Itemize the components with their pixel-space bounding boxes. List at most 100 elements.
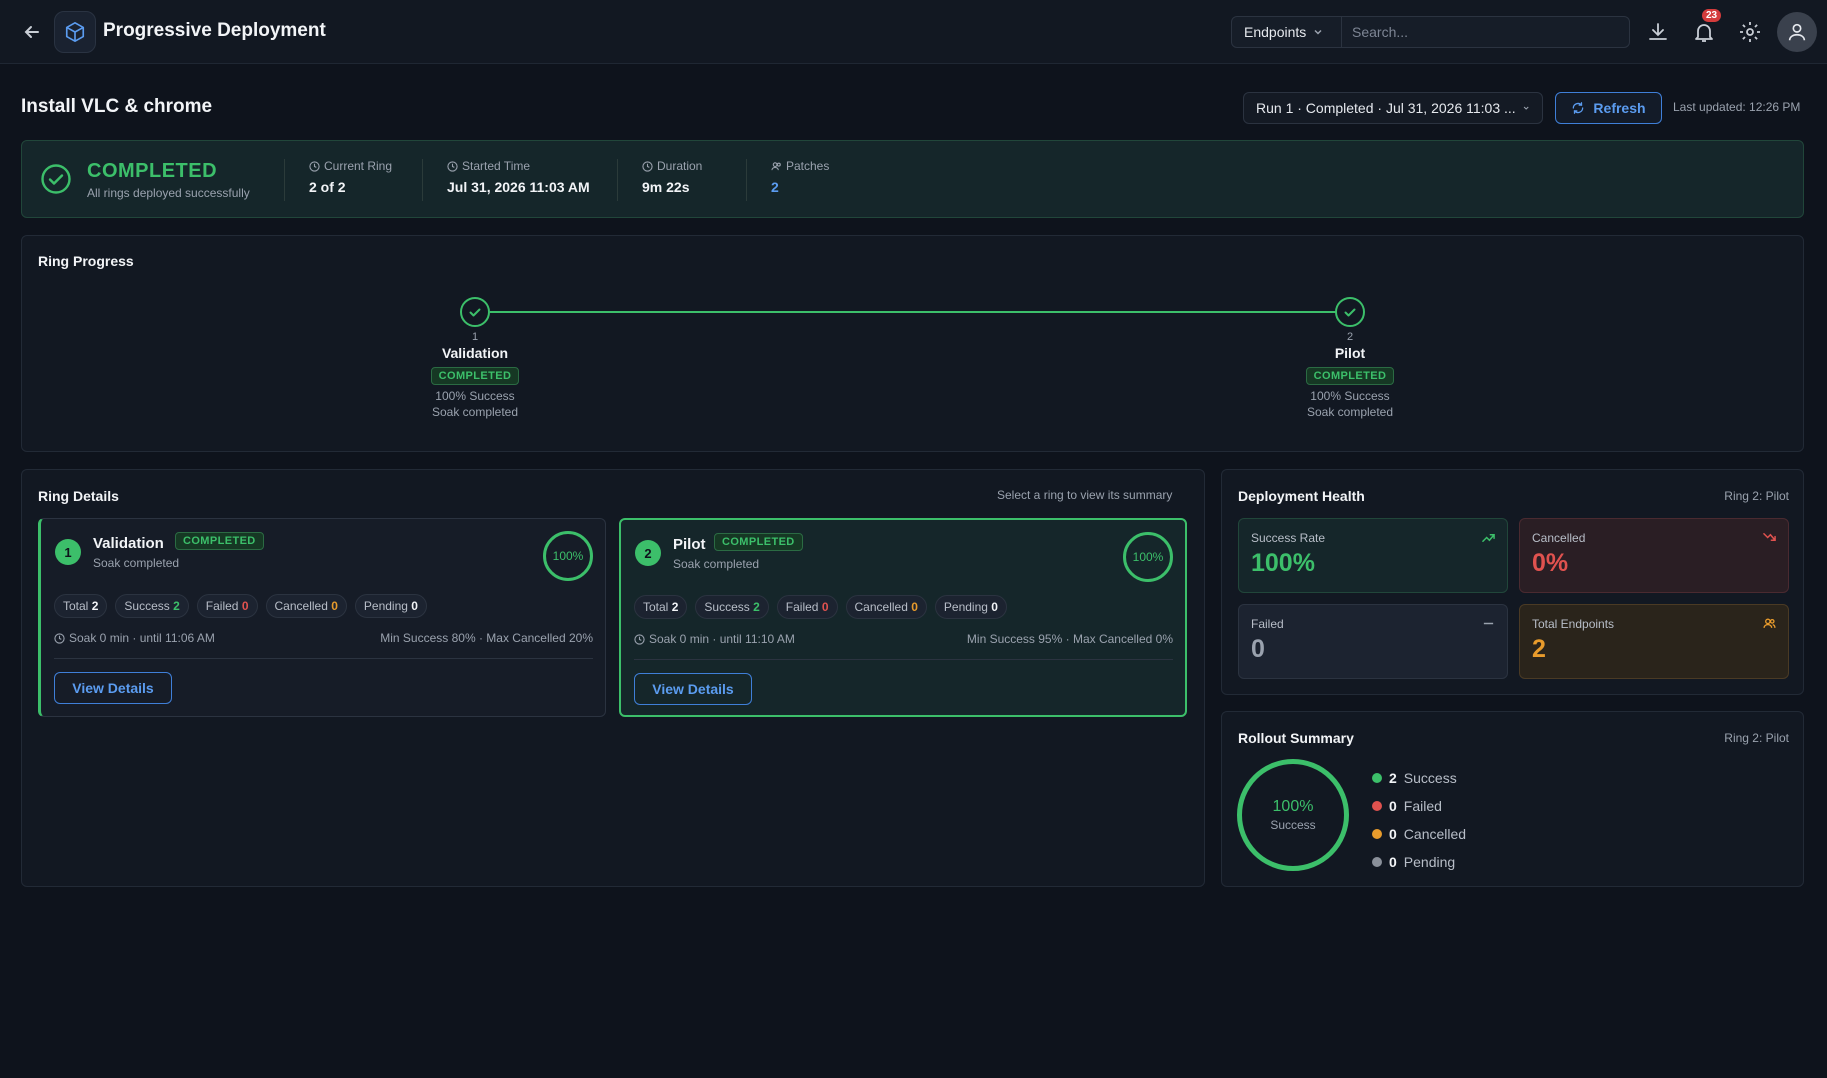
metric-success-rate: Success Rate 100%: [1238, 518, 1508, 593]
clock-icon: [634, 633, 645, 645]
minus-icon: [1482, 617, 1495, 635]
chip-pending: Pending 0: [354, 594, 427, 618]
run-select[interactable]: Run 1 · Completed · Jul 31, 2026 11:03 .…: [1243, 92, 1543, 124]
rollout-summary-title: Rollout Summary: [1238, 730, 1354, 746]
user-icon: [1788, 23, 1806, 41]
view-details-button[interactable]: View Details: [54, 672, 172, 704]
metric-total-endpoints: Total Endpoints 2: [1519, 604, 1789, 679]
scope-select-label: Endpoints: [1244, 24, 1307, 40]
stat-duration: Duration 9m 22s: [642, 159, 702, 195]
chip-failed: Failed 0: [776, 595, 838, 619]
ring-card-pilot[interactable]: 2 Pilot COMPLETED Soak completed 100% To…: [619, 518, 1187, 717]
users-icon: [1763, 617, 1776, 635]
ring-subtitle: Soak completed: [673, 557, 760, 571]
success-percent-ring: 100%: [543, 531, 593, 581]
chip-total: Total 2: [634, 595, 688, 619]
health-ring-label: Ring 2: Pilot: [1724, 489, 1789, 503]
chevron-down-icon: [1523, 106, 1529, 110]
ring-details-hint: Select a ring to view its summary: [997, 488, 1173, 502]
status-banner: COMPLETED All rings deployed successfull…: [21, 140, 1804, 218]
status-badge: COMPLETED: [714, 533, 803, 551]
thresholds: Min Success 80% · Max Cancelled 20%: [380, 631, 593, 645]
count-chips: Total 2 Success 2 Failed 0 Cancelled 0 P…: [54, 594, 427, 618]
ring-progress-line: [490, 311, 1346, 313]
ring-node-pilot[interactable]: 2 Pilot COMPLETED 100% Success Soak compl…: [1260, 297, 1440, 420]
legend-item-pending: 0 Pending: [1372, 848, 1466, 876]
top-bar: Progressive Deployment Endpoints 23: [0, 0, 1827, 64]
download-icon[interactable]: [1646, 20, 1670, 44]
check-icon: [1335, 297, 1365, 327]
legend-item-failed: 0 Failed: [1372, 792, 1466, 820]
success-percent-ring: 100%: [1123, 532, 1173, 582]
metric-label: Failed: [1251, 617, 1284, 631]
status-subtitle: All rings deployed successfully: [87, 186, 250, 200]
stat-label: Duration: [657, 159, 703, 173]
clock-icon: [54, 632, 65, 644]
legend-item-cancelled: 0 Cancelled: [1372, 820, 1466, 848]
ring-node-validation[interactable]: 1 Validation COMPLETED 100% Success Soak …: [385, 297, 565, 420]
ring-soak: Soak completed: [431, 405, 519, 419]
search-input[interactable]: [1342, 17, 1629, 47]
run-select-label: Run 1 · Completed · Jul 31, 2026 11:03 .…: [1256, 100, 1516, 116]
legend-dot: [1372, 829, 1382, 839]
metric-value: 2: [1532, 635, 1546, 663]
legend-dot: [1372, 801, 1382, 811]
divider: [634, 659, 1173, 660]
stat-label: Started Time: [462, 159, 531, 173]
status-badge: COMPLETED: [175, 532, 264, 550]
ring-progress-title: Ring Progress: [38, 253, 134, 269]
soak-text: Soak 0 min · until 11:06 AM: [69, 631, 215, 645]
soak-info: Soak 0 min · until 11:10 AM: [634, 632, 795, 646]
chip-pending: Pending 0: [934, 595, 1007, 619]
status-badge: COMPLETED: [430, 367, 520, 385]
view-details-button[interactable]: View Details: [634, 673, 752, 705]
stat-value: Jul 31, 2026 11:03 AM: [447, 179, 590, 195]
stat-value-link[interactable]: 2: [771, 179, 829, 195]
notification-count-badge: 23: [1702, 9, 1722, 22]
divider: [617, 159, 618, 201]
ring-card-validation[interactable]: 1 Validation COMPLETED Soak completed 10…: [38, 518, 606, 717]
stat-value: 2 of 2: [309, 179, 346, 195]
ring-name: Validation: [441, 345, 509, 361]
scope-select[interactable]: Endpoints: [1232, 17, 1342, 47]
metric-label: Total Endpoints: [1532, 617, 1615, 631]
stat-label: Current Ring: [324, 159, 393, 173]
donut-label: Success: [1270, 818, 1316, 832]
bell-icon[interactable]: 23: [1692, 9, 1722, 44]
divider: [284, 159, 285, 201]
app-title: Progressive Deployment: [103, 20, 326, 41]
users-icon: [771, 161, 781, 170]
ring-subtitle: Soak completed: [93, 556, 180, 570]
refresh-label: Refresh: [1593, 100, 1646, 116]
ring-number: 2: [1346, 331, 1354, 343]
ring-soak: Soak completed: [1306, 405, 1394, 419]
gear-icon[interactable]: [1738, 20, 1762, 44]
metric-label: Success Rate: [1251, 531, 1326, 545]
chip-cancelled: Cancelled 0: [265, 594, 347, 618]
deployment-health-title: Deployment Health: [1238, 488, 1365, 504]
ring-progress-panel: [21, 235, 1804, 452]
soak-info: Soak 0 min · until 11:06 AM: [54, 631, 215, 645]
count-chips: Total 2 Success 2 Failed 0 Cancelled 0 P…: [634, 595, 1007, 619]
divider: [54, 658, 593, 659]
ring-name: Pilot: [1334, 345, 1366, 361]
success-donut: 100% Success: [1237, 759, 1349, 871]
clock-icon: [309, 160, 320, 172]
check-icon: [460, 297, 490, 327]
refresh-button[interactable]: Refresh: [1555, 92, 1662, 124]
ring-name: Validation: [93, 535, 164, 552]
trend-down-icon: [1763, 531, 1776, 549]
ring-success: 100% Success: [435, 389, 515, 403]
clock-icon: [447, 160, 458, 172]
ring-number: 1: [55, 539, 81, 565]
metric-cancelled: Cancelled 0%: [1519, 518, 1789, 593]
ring-number: 2: [635, 540, 661, 566]
back-arrow-icon[interactable]: [20, 20, 44, 44]
metric-value: 0%: [1532, 549, 1569, 577]
avatar[interactable]: [1777, 12, 1817, 52]
trend-up-icon: [1482, 531, 1495, 549]
thresholds: Min Success 95% · Max Cancelled 0%: [966, 632, 1173, 646]
chip-cancelled: Cancelled 0: [845, 595, 927, 619]
status-title: COMPLETED: [87, 160, 218, 182]
soak-text: Soak 0 min · until 11:10 AM: [649, 632, 795, 646]
